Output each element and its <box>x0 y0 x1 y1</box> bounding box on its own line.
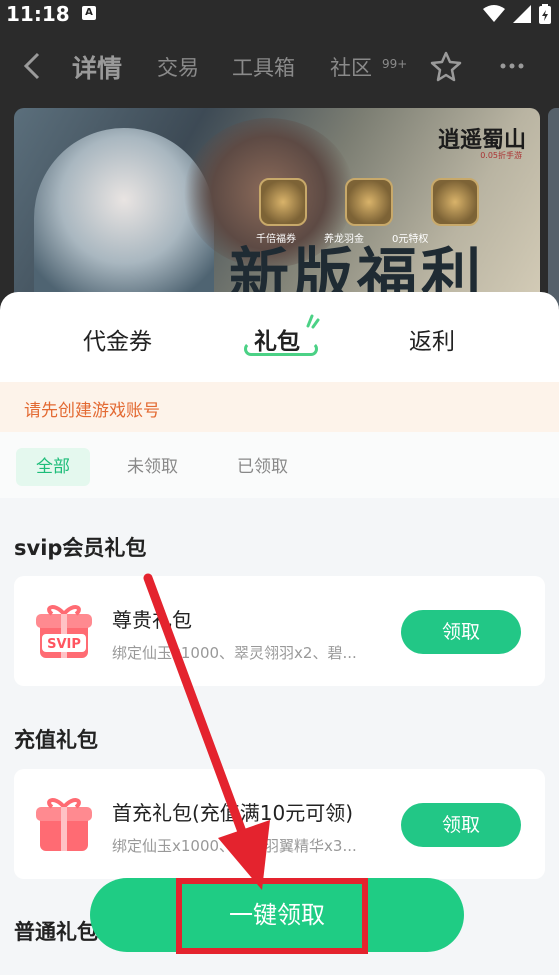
gift-description: 绑定仙玉x1000、初级羽翼精华x3... <box>112 837 357 855</box>
tab-toolbox[interactable]: 工具箱 <box>232 52 295 82</box>
tab-vouchers[interactable]: 代金券 <box>83 322 152 356</box>
filter-row: 全部 未领取 已领取 <box>0 432 559 498</box>
banner-character-art <box>34 128 214 308</box>
signal-icon <box>513 5 531 23</box>
reward-icon <box>259 178 307 226</box>
filter-all[interactable]: 全部 <box>16 448 90 486</box>
more-icon[interactable] <box>498 52 526 80</box>
section-title-svip: svip会员礼包 <box>14 536 147 560</box>
notice-text: 请先创建游戏账号 <box>24 401 160 421</box>
banner-reward-icons <box>259 178 479 226</box>
tab-community[interactable]: 社区 <box>330 52 372 82</box>
svip-gift-icon: SVIP <box>36 605 92 658</box>
battery-icon <box>539 4 551 24</box>
back-arrow-icon[interactable] <box>18 50 46 82</box>
claim-button[interactable]: 领取 <box>401 803 521 847</box>
next-banner-peek[interactable] <box>548 108 559 308</box>
notice-bar[interactable]: 请先创建游戏账号 <box>0 382 559 432</box>
game-logo-subtitle: 0.05折手游 <box>480 151 522 160</box>
gift-sheet: 代金券 礼包 返利 请先创建游戏账号 全部 未领取 已领取 svip会员礼包 S… <box>0 292 559 975</box>
reward-icon <box>345 178 393 226</box>
section-title-normal: 普通礼包 <box>14 920 98 944</box>
active-tab-indicator <box>244 342 318 356</box>
notification-a-icon: A <box>82 6 96 20</box>
filter-unclaimed[interactable]: 未领取 <box>107 448 198 486</box>
gift-description: 绑定仙玉x1000、翠灵翎羽x2、碧... <box>112 644 357 662</box>
community-badge: 99+ <box>382 57 408 71</box>
tab-rebates[interactable]: 返利 <box>409 322 455 356</box>
gift-card-first-recharge[interactable]: 首充礼包(充值满10元可领) 绑定仙玉x1000、初级羽翼精华x3... 领取 <box>14 769 545 879</box>
tab-details[interactable]: 详情 <box>72 49 122 85</box>
svip-icon-label: SVIP <box>47 637 81 652</box>
game-banner[interactable]: 千倍福券 养龙羽金 0元特权 逍遥蜀山 0.05折手游 新版福利 <box>14 108 540 308</box>
top-nav: 详情 交易 工具箱 社区 99+ <box>0 40 559 92</box>
gift-box-icon <box>36 798 92 851</box>
wifi-icon <box>483 5 505 22</box>
reward-icon <box>431 178 479 226</box>
filter-claimed[interactable]: 已领取 <box>217 448 308 486</box>
status-icons <box>483 4 551 24</box>
sparkle-icon <box>306 314 320 329</box>
status-time: 11:18 <box>6 2 70 26</box>
annotation-highlight-box <box>176 878 368 954</box>
section-title-recharge: 充值礼包 <box>14 728 98 752</box>
star-icon[interactable] <box>430 50 462 82</box>
gift-title: 首充礼包(充值满10元可领) <box>112 801 354 825</box>
tab-trade[interactable]: 交易 <box>157 52 199 82</box>
gift-title: 尊贵礼包 <box>112 608 192 632</box>
claim-button[interactable]: 领取 <box>401 610 521 654</box>
sheet-tabs: 代金券 礼包 返利 <box>0 292 559 382</box>
status-bar: 11:18 A <box>0 0 559 30</box>
gift-card-svip[interactable]: SVIP 尊贵礼包 绑定仙玉x1000、翠灵翎羽x2、碧... 领取 <box>14 576 545 686</box>
